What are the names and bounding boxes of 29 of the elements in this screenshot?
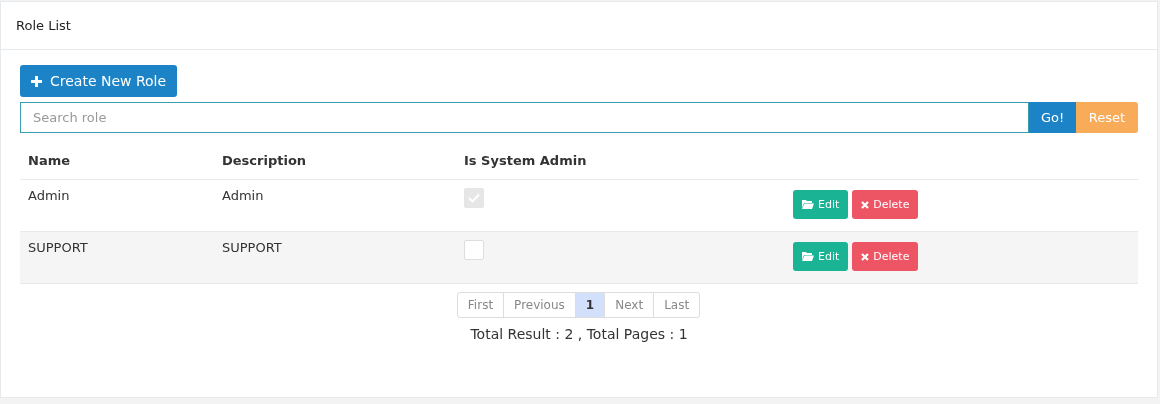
page-link[interactable]: Last xyxy=(653,292,701,318)
check-icon xyxy=(468,193,480,203)
column-header: Is System Admin xyxy=(464,152,587,168)
search-field[interactable]: Search role xyxy=(20,102,1029,133)
column-header: Name xyxy=(28,152,70,168)
table-cell: SUPPORT xyxy=(222,240,282,255)
go-button[interactable]: Go! xyxy=(1029,102,1076,133)
checkbox[interactable] xyxy=(464,188,484,208)
table-cell: SUPPORT xyxy=(28,240,88,255)
table-cell: Admin xyxy=(28,188,70,203)
checkbox[interactable] xyxy=(464,240,484,260)
close-icon xyxy=(861,200,870,209)
edit-button[interactable]: Edit xyxy=(793,190,849,219)
delete-button[interactable]: Delete xyxy=(852,242,919,271)
reset-button[interactable]: Reset xyxy=(1076,102,1138,133)
table-cell: Admin xyxy=(222,188,264,203)
page-link[interactable]: First xyxy=(456,292,505,318)
page-link[interactable]: Next xyxy=(604,292,655,318)
close-icon xyxy=(861,252,870,261)
page-link[interactable]: Previous xyxy=(503,292,576,318)
create-role-button[interactable]: Create New Role xyxy=(20,65,178,97)
column-header: Description xyxy=(222,152,307,168)
folder-icon xyxy=(802,200,814,209)
panel-title: Role List xyxy=(16,18,71,33)
result-summary: Total Result : 2 , Total Pages : 1 xyxy=(469,326,689,342)
edit-button[interactable]: Edit xyxy=(793,242,849,271)
folder-icon xyxy=(802,252,814,261)
delete-button[interactable]: Delete xyxy=(852,190,919,219)
plus-icon xyxy=(31,75,42,87)
